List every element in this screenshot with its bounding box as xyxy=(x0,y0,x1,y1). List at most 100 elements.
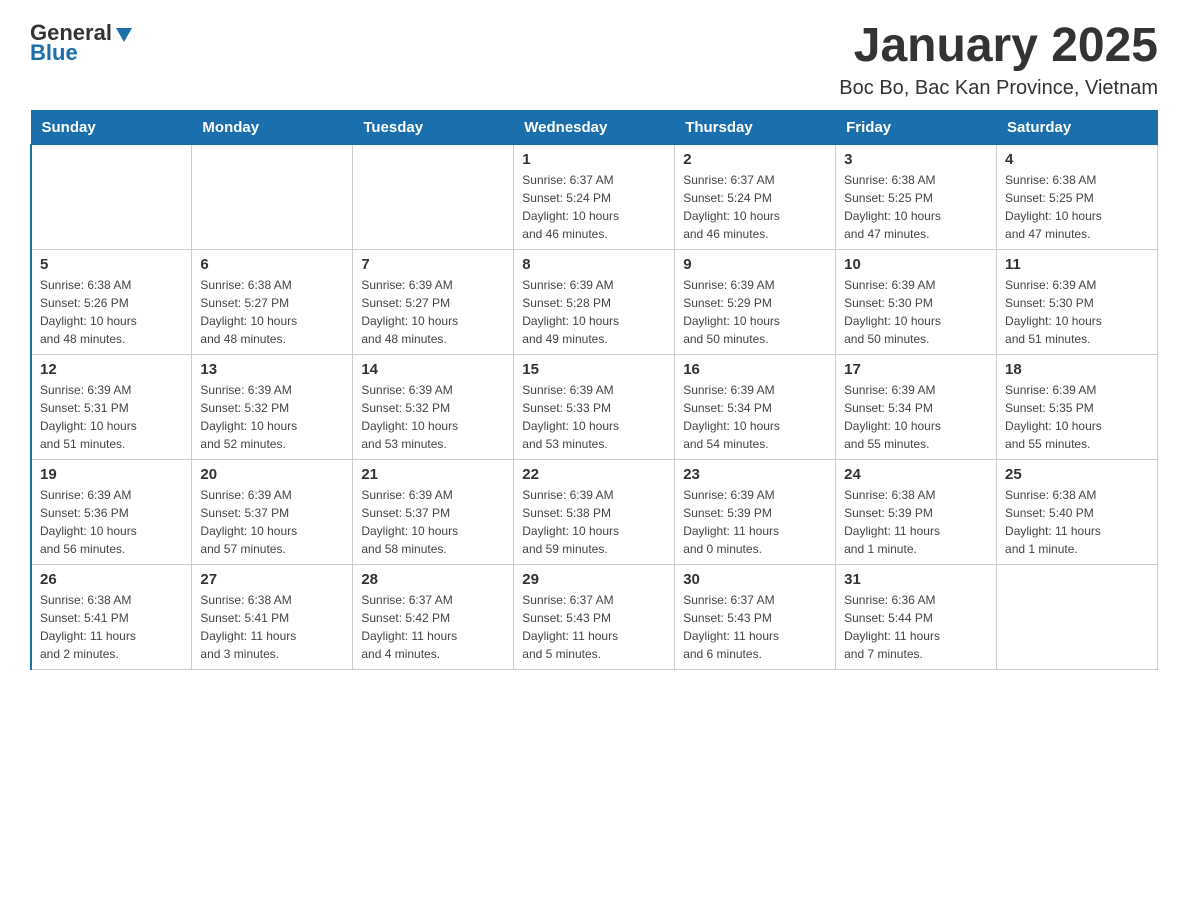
calendar-day-cell: 2Sunrise: 6:37 AM Sunset: 5:24 PM Daylig… xyxy=(675,144,836,249)
logo-blue-text: Blue xyxy=(30,40,78,66)
day-number: 29 xyxy=(522,571,666,588)
day-number: 17 xyxy=(844,361,988,378)
page-title: January 2025 xyxy=(839,20,1158,73)
day-info: Sunrise: 6:39 AM Sunset: 5:29 PM Dayligh… xyxy=(683,276,827,348)
calendar-day-cell: 4Sunrise: 6:38 AM Sunset: 5:25 PM Daylig… xyxy=(997,144,1158,249)
day-info: Sunrise: 6:39 AM Sunset: 5:36 PM Dayligh… xyxy=(40,486,183,558)
calendar-day-cell: 21Sunrise: 6:39 AM Sunset: 5:37 PM Dayli… xyxy=(353,459,514,564)
day-number: 30 xyxy=(683,571,827,588)
day-info: Sunrise: 6:39 AM Sunset: 5:34 PM Dayligh… xyxy=(844,381,988,453)
day-number: 1 xyxy=(522,151,666,168)
day-number: 5 xyxy=(40,256,183,273)
day-info: Sunrise: 6:37 AM Sunset: 5:43 PM Dayligh… xyxy=(683,591,827,663)
calendar-day-cell: 11 Sunrise: 6:39 AM Sunset: 5:30 PM Dayli… xyxy=(997,249,1158,354)
calendar-header-row: SundayMondayTuesdayWednesdayThursdayFrid… xyxy=(31,110,1158,144)
day-info: Sunrise: 6:37 AM Sunset: 5:24 PM Dayligh… xyxy=(683,171,827,243)
day-number: 14 xyxy=(361,361,505,378)
day-number: 6 xyxy=(200,256,344,273)
day-info: Sunrise: 6:38 AM Sunset: 5:41 PM Dayligh… xyxy=(40,591,183,663)
day-number: 18 xyxy=(1005,361,1149,378)
calendar-day-cell: 28 Sunrise: 6:37 AM Sunset: 5:42 PM Dayli… xyxy=(353,564,514,669)
calendar-day-cell: 9 Sunrise: 6:39 AM Sunset: 5:29 PM Daylig… xyxy=(675,249,836,354)
day-info: Sunrise: 6:37 AM Sunset: 5:24 PM Dayligh… xyxy=(522,171,666,243)
day-number: 16 xyxy=(683,361,827,378)
calendar-day-header: Wednesday xyxy=(514,110,675,144)
day-number: 12 xyxy=(40,361,183,378)
day-info: Sunrise: 6:39 AM Sunset: 5:37 PM Dayligh… xyxy=(200,486,344,558)
logo: General Blue xyxy=(30,20,134,66)
calendar-day-cell: 22 Sunrise: 6:39 AM Sunset: 5:38 PM Dayli… xyxy=(514,459,675,564)
day-info: Sunrise: 6:37 AM Sunset: 5:42 PM Dayligh… xyxy=(361,591,505,663)
calendar-day-cell: 17 Sunrise: 6:39 AM Sunset: 5:34 PM Dayli… xyxy=(836,354,997,459)
header-right: January 2025 Boc Bo, Bac Kan Province, V… xyxy=(839,20,1158,100)
day-info: Sunrise: 6:38 AM Sunset: 5:25 PM Dayligh… xyxy=(844,171,988,243)
day-info: Sunrise: 6:38 AM Sunset: 5:25 PM Dayligh… xyxy=(1005,171,1149,243)
logo-triangle-icon xyxy=(114,24,134,44)
day-info: Sunrise: 6:38 AM Sunset: 5:39 PM Dayligh… xyxy=(844,486,988,558)
page-subtitle: Boc Bo, Bac Kan Province, Vietnam xyxy=(839,77,1158,100)
day-info: Sunrise: 6:39 AM Sunset: 5:35 PM Dayligh… xyxy=(1005,381,1149,453)
day-info: Sunrise: 6:37 AM Sunset: 5:43 PM Dayligh… xyxy=(522,591,666,663)
calendar-day-cell: 6 Sunrise: 6:38 AM Sunset: 5:27 PM Daylig… xyxy=(192,249,353,354)
calendar-week-row: 12 Sunrise: 6:39 AM Sunset: 5:31 PM Dayli… xyxy=(31,354,1158,459)
day-number: 27 xyxy=(200,571,344,588)
calendar-day-cell xyxy=(353,144,514,249)
calendar-day-cell: 3 Sunrise: 6:38 AM Sunset: 5:25 PM Daylig… xyxy=(836,144,997,249)
calendar-week-row: 19 Sunrise: 6:39 AM Sunset: 5:36 PM Dayli… xyxy=(31,459,1158,564)
calendar-day-header: Monday xyxy=(192,110,353,144)
day-info: Sunrise: 6:39 AM Sunset: 5:31 PM Dayligh… xyxy=(40,381,183,453)
day-info: Sunrise: 6:38 AM Sunset: 5:41 PM Dayligh… xyxy=(200,591,344,663)
day-info: Sunrise: 6:38 AM Sunset: 5:40 PM Dayligh… xyxy=(1005,486,1149,558)
day-number: 20 xyxy=(200,466,344,483)
calendar-day-cell: 27 Sunrise: 6:38 AM Sunset: 5:41 PM Dayli… xyxy=(192,564,353,669)
day-number: 25 xyxy=(1005,466,1149,483)
calendar-week-row: 1 Sunrise: 6:37 AM Sunset: 5:24 PM Daylig… xyxy=(31,144,1158,249)
calendar-week-row: 26Sunrise: 6:38 AM Sunset: 5:41 PM Dayli… xyxy=(31,564,1158,669)
day-number: 24 xyxy=(844,466,988,483)
day-number: 9 xyxy=(683,256,827,273)
day-number: 11 xyxy=(1005,256,1149,273)
day-info: Sunrise: 6:39 AM Sunset: 5:38 PM Dayligh… xyxy=(522,486,666,558)
calendar-day-cell: 18 Sunrise: 6:39 AM Sunset: 5:35 PM Dayli… xyxy=(997,354,1158,459)
day-number: 28 xyxy=(361,571,505,588)
calendar-day-cell: 5Sunrise: 6:38 AM Sunset: 5:26 PM Daylig… xyxy=(31,249,192,354)
calendar-day-cell: 31 Sunrise: 6:36 AM Sunset: 5:44 PM Dayli… xyxy=(836,564,997,669)
day-number: 31 xyxy=(844,571,988,588)
day-number: 8 xyxy=(522,256,666,273)
calendar-day-cell: 15Sunrise: 6:39 AM Sunset: 5:33 PM Dayli… xyxy=(514,354,675,459)
day-info: Sunrise: 6:39 AM Sunset: 5:33 PM Dayligh… xyxy=(522,381,666,453)
calendar-day-cell: 24 Sunrise: 6:38 AM Sunset: 5:39 PM Dayli… xyxy=(836,459,997,564)
calendar-day-header: Friday xyxy=(836,110,997,144)
calendar-week-row: 5Sunrise: 6:38 AM Sunset: 5:26 PM Daylig… xyxy=(31,249,1158,354)
day-info: Sunrise: 6:39 AM Sunset: 5:34 PM Dayligh… xyxy=(683,381,827,453)
day-number: 19 xyxy=(40,466,183,483)
calendar-day-cell: 8Sunrise: 6:39 AM Sunset: 5:28 PM Daylig… xyxy=(514,249,675,354)
calendar-day-cell xyxy=(192,144,353,249)
day-info: Sunrise: 6:38 AM Sunset: 5:27 PM Dayligh… xyxy=(200,276,344,348)
calendar-day-header: Saturday xyxy=(997,110,1158,144)
calendar-table: SundayMondayTuesdayWednesdayThursdayFrid… xyxy=(30,110,1158,670)
calendar-day-cell xyxy=(31,144,192,249)
calendar-day-cell: 14Sunrise: 6:39 AM Sunset: 5:32 PM Dayli… xyxy=(353,354,514,459)
calendar-day-cell: 10 Sunrise: 6:39 AM Sunset: 5:30 PM Dayli… xyxy=(836,249,997,354)
day-number: 23 xyxy=(683,466,827,483)
day-number: 3 xyxy=(844,151,988,168)
calendar-day-cell: 30 Sunrise: 6:37 AM Sunset: 5:43 PM Dayli… xyxy=(675,564,836,669)
calendar-day-cell: 1 Sunrise: 6:37 AM Sunset: 5:24 PM Daylig… xyxy=(514,144,675,249)
day-info: Sunrise: 6:39 AM Sunset: 5:27 PM Dayligh… xyxy=(361,276,505,348)
day-number: 13 xyxy=(200,361,344,378)
calendar-day-header: Sunday xyxy=(31,110,192,144)
day-info: Sunrise: 6:36 AM Sunset: 5:44 PM Dayligh… xyxy=(844,591,988,663)
day-number: 21 xyxy=(361,466,505,483)
calendar-day-header: Thursday xyxy=(675,110,836,144)
calendar-day-cell: 7Sunrise: 6:39 AM Sunset: 5:27 PM Daylig… xyxy=(353,249,514,354)
calendar-day-cell: 25 Sunrise: 6:38 AM Sunset: 5:40 PM Dayli… xyxy=(997,459,1158,564)
day-number: 10 xyxy=(844,256,988,273)
day-number: 22 xyxy=(522,466,666,483)
day-info: Sunrise: 6:39 AM Sunset: 5:30 PM Dayligh… xyxy=(844,276,988,348)
calendar-day-cell xyxy=(997,564,1158,669)
day-info: Sunrise: 6:39 AM Sunset: 5:30 PM Dayligh… xyxy=(1005,276,1149,348)
calendar-day-cell: 20 Sunrise: 6:39 AM Sunset: 5:37 PM Dayli… xyxy=(192,459,353,564)
calendar-day-cell: 19 Sunrise: 6:39 AM Sunset: 5:36 PM Dayli… xyxy=(31,459,192,564)
day-info: Sunrise: 6:39 AM Sunset: 5:32 PM Dayligh… xyxy=(200,381,344,453)
